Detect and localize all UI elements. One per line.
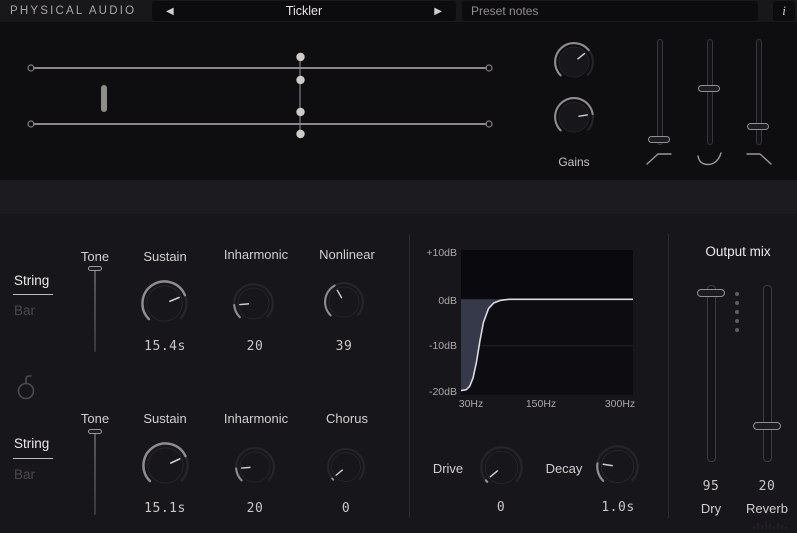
reverb-value: 20 [758,479,776,494]
exponential-curve-icon [695,151,723,166]
gain-2-knob[interactable] [553,96,595,138]
info-icon: i [782,3,786,18]
string2-chorus-label: Chorus [326,411,368,426]
string2-inharmonic-value: 20 [246,501,264,516]
watermark-waveform [752,518,790,533]
gains-label: Gains [558,155,590,169]
eq-xtick-300hz: 300Hz [604,398,636,410]
lock-icon[interactable] [15,374,39,400]
preset-prev-button[interactable]: ◀ [166,6,174,17]
output-mix-title: Output mix [705,244,771,259]
link-dots-indicator [735,292,739,332]
string1-nonlinear-label: Nonlinear [319,247,375,262]
string2-tone-label: Tone [80,411,110,426]
string1-nonlinear-knob[interactable] [323,281,365,323]
flat-then-fall-curve-icon [745,151,773,166]
tab-bar: String setup Rattle control Rattle On Ra… [0,180,797,386]
string1-inharmonic-label: Inharmonic [223,247,289,262]
string1-inharmonic-knob[interactable] [232,282,275,325]
dry-value: 95 [702,479,720,494]
string-visualizer [27,52,493,139]
eq-ytick-plus10: +10dB [426,247,457,259]
string2-chorus-knob[interactable] [326,447,366,487]
string2-tone-slider[interactable] [86,427,103,517]
string-visualizer-panel: Gains [0,22,797,180]
plugin-window: PHYSICAL AUDIO ◀ Tickler ▶ Preset notes … [0,0,797,533]
dry-label: Dry [700,501,722,516]
string1-inharmonic-value: 20 [246,339,264,354]
eq-response-plot [460,250,633,395]
preset-next-button[interactable]: ▶ [434,6,442,17]
section-divider [668,234,669,518]
eq-xtick-150hz: 150Hz [525,398,557,410]
preset-selector[interactable]: ◀ Tickler ▶ [152,1,456,21]
string1-tone-slider[interactable] [86,264,103,354]
string2-type-underline [13,458,53,459]
reverb-slider[interactable] [753,283,781,464]
string1-type-string[interactable]: String [14,273,49,288]
string1-nonlinear-value: 39 [335,339,353,354]
eq-ytick-minus10: -10dB [428,340,457,352]
string2-sustain-label: Sustain [143,411,187,426]
top-bar: PHYSICAL AUDIO ◀ Tickler ▶ Preset notes … [0,0,797,22]
decay-label: Decay [545,461,583,476]
drive-label: Drive [432,461,464,476]
string1-sustain-value: 15.4s [144,339,186,354]
info-button[interactable]: i [773,1,795,21]
preset-name[interactable]: Tickler [286,4,322,18]
pluck-position-marker [101,85,107,112]
eq-ytick-minus20: -20dB [428,386,457,398]
string2-inharmonic-knob[interactable] [234,446,276,488]
preset-notes-field[interactable]: Preset notes [462,1,758,21]
string2-inharmonic-label: Inharmonic [223,411,289,426]
eq-ytick-0: 0dB [438,295,457,307]
preset-notes-placeholder: Preset notes [471,4,539,18]
string2-type-bar[interactable]: Bar [14,467,35,482]
string2-sustain-knob[interactable] [141,441,190,490]
string1-type-bar[interactable]: Bar [14,303,35,318]
reverb-label: Reverb [746,501,788,516]
decay-knob[interactable] [595,444,640,489]
brand-logo: PHYSICAL AUDIO [10,5,137,17]
drive-value: 0 [496,500,506,515]
decay-value: 1.0s [601,500,635,515]
string1-type-underline [13,294,53,295]
dry-slider[interactable] [697,283,725,464]
gain-1-knob[interactable] [553,41,595,83]
mod-slider-2[interactable] [698,37,720,147]
string1-sustain-knob[interactable] [140,279,189,328]
eq-xtick-30hz: 30Hz [458,398,484,410]
string2-sustain-value: 15.1s [144,501,186,516]
string2-chorus-value: 0 [341,501,351,516]
drive-knob[interactable] [479,445,524,490]
mod-slider-1[interactable] [648,37,670,147]
section-divider [409,234,410,518]
string2-type-string[interactable]: String [14,436,49,451]
string1-sustain-label: Sustain [143,249,187,264]
mod-slider-3[interactable] [747,37,769,147]
string1-tone-label: Tone [80,249,110,264]
rise-then-flat-curve-icon [645,151,673,166]
